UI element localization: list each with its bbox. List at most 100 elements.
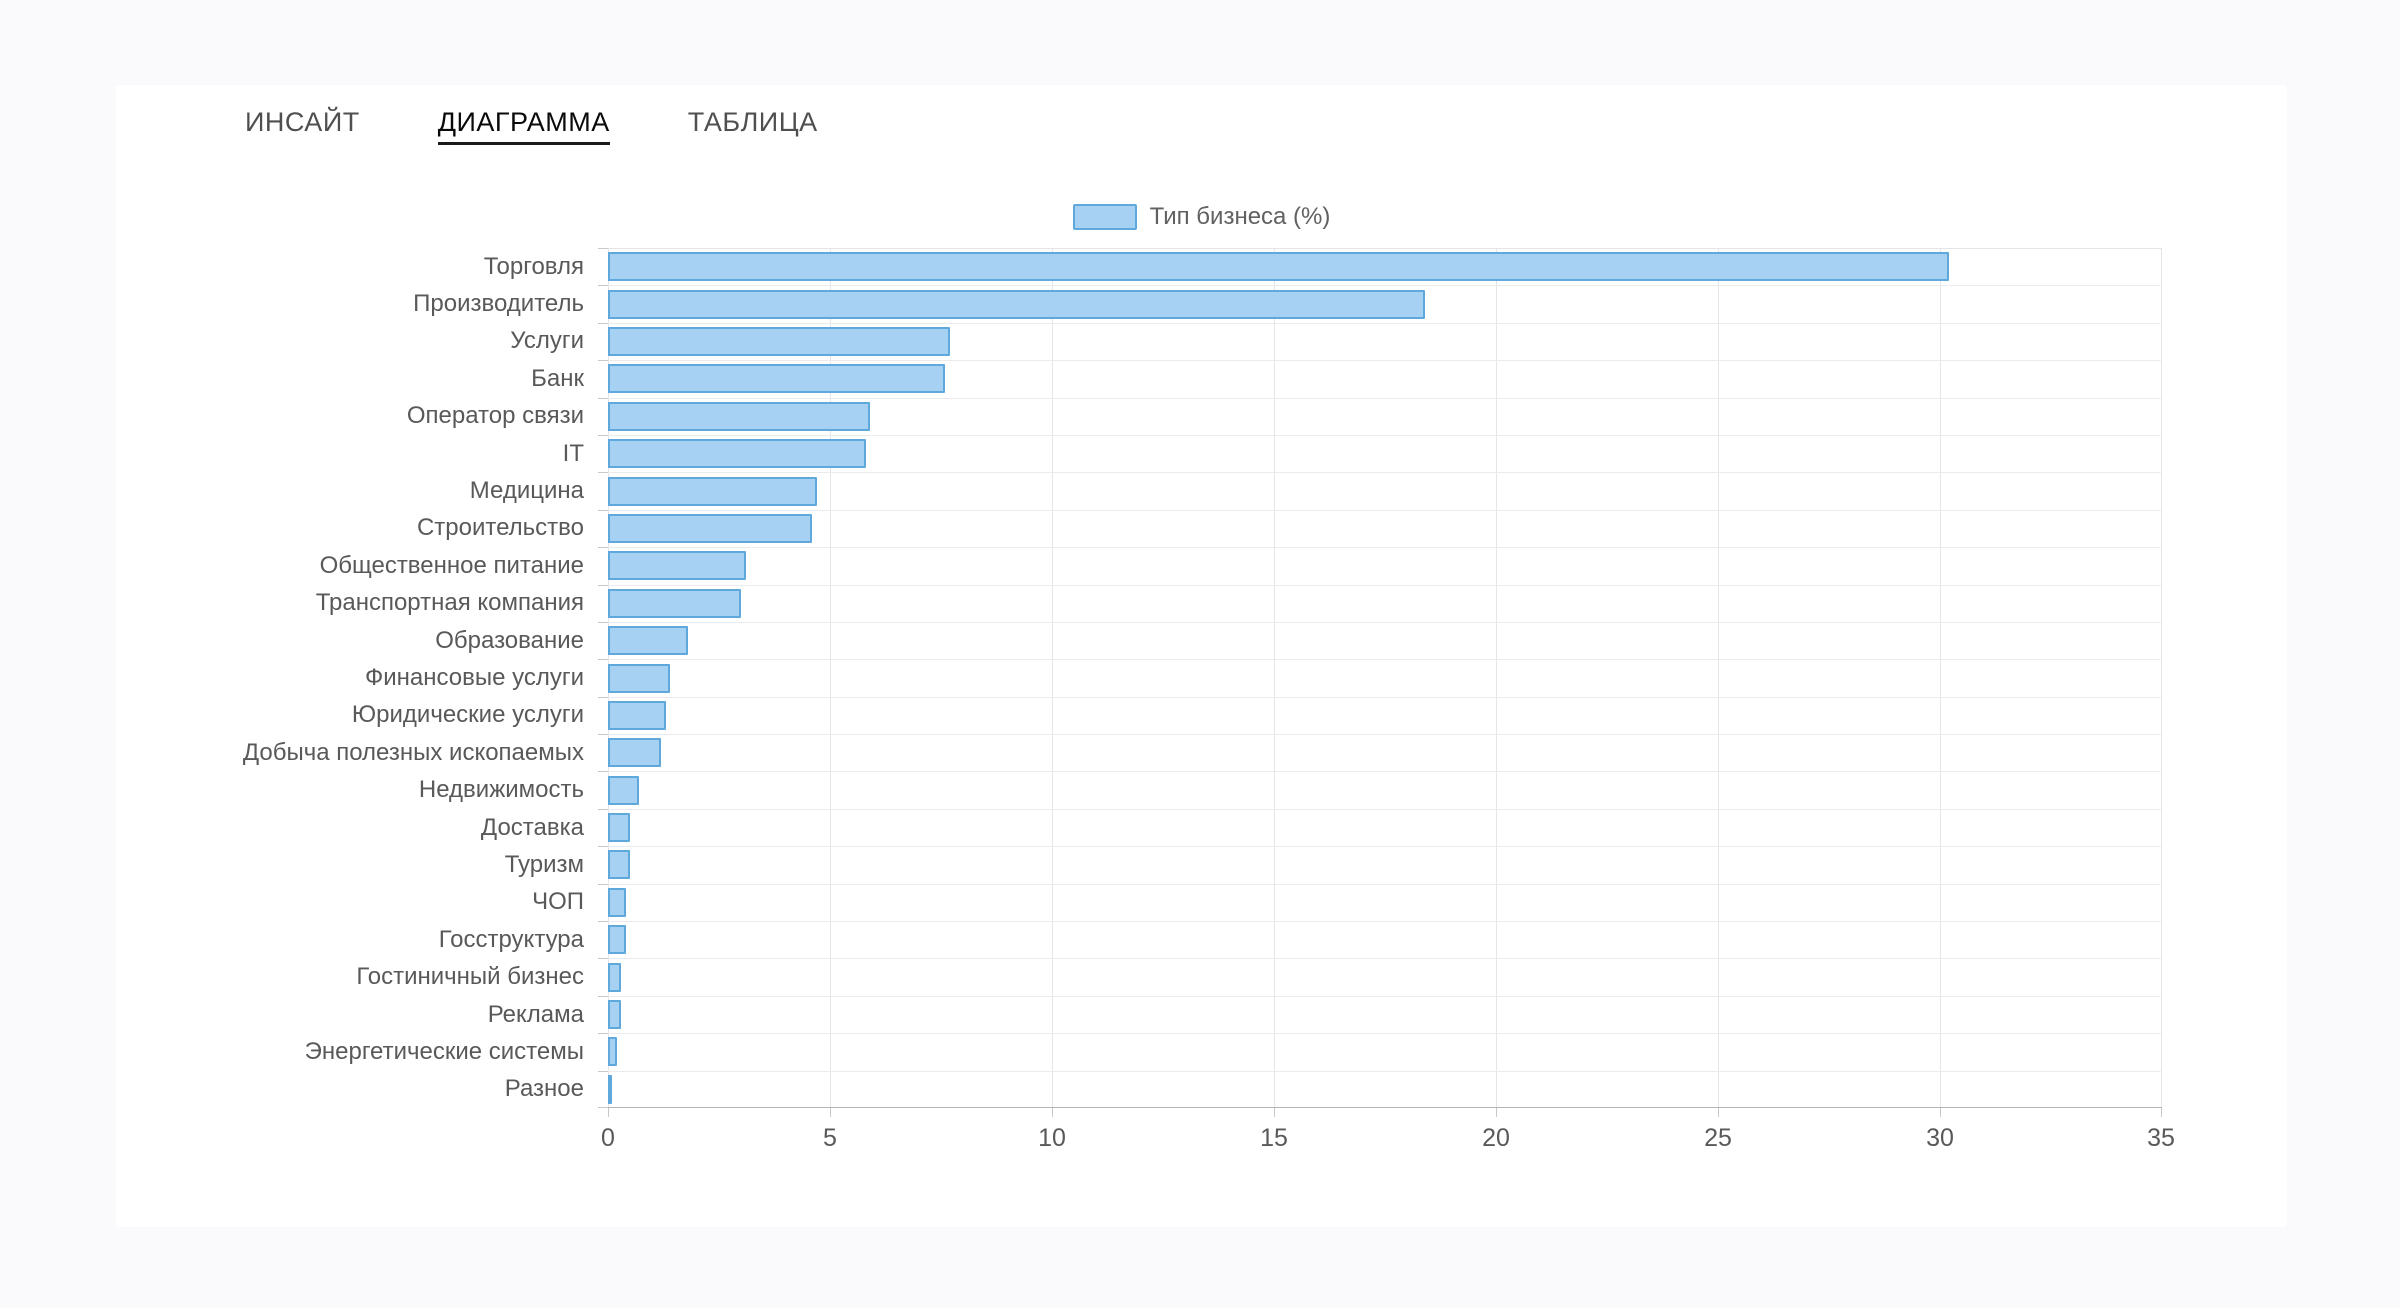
bar-20[interactable] xyxy=(608,1000,621,1029)
axis-tick xyxy=(598,398,608,399)
bar-19[interactable] xyxy=(608,963,621,992)
x-tick-label: 0 xyxy=(601,1124,615,1153)
row-gridline xyxy=(608,547,2162,548)
category-label: Медицина xyxy=(470,476,584,506)
row-gridline xyxy=(608,622,2162,623)
x-tick-label: 25 xyxy=(1704,1124,1732,1153)
tab-bar: ИНСАЙТ ДИАГРАММА ТАБЛИЦА xyxy=(245,107,818,145)
axis-tick xyxy=(598,360,608,361)
bar-13[interactable] xyxy=(608,738,661,767)
row-gridline xyxy=(608,285,2162,286)
gridline xyxy=(1940,248,1941,1108)
bar-4[interactable] xyxy=(608,402,870,431)
row-gridline xyxy=(608,510,2162,511)
tab-diagram[interactable]: ДИАГРАММА xyxy=(438,107,610,145)
row-gridline xyxy=(608,809,2162,810)
row-gridline xyxy=(608,734,2162,735)
row-gridline xyxy=(608,585,2162,586)
bar-8[interactable] xyxy=(608,551,746,580)
bar-9[interactable] xyxy=(608,589,741,618)
category-label: Строительство xyxy=(417,513,584,543)
category-label: Энергетические системы xyxy=(305,1037,584,1067)
row-gridline xyxy=(608,996,2162,997)
row-gridline xyxy=(608,248,2162,249)
gridline xyxy=(1274,248,1275,1108)
x-tick-label: 30 xyxy=(1926,1124,1954,1153)
x-tick-label: 35 xyxy=(2147,1124,2175,1153)
row-gridline xyxy=(608,958,2162,959)
row-gridline xyxy=(608,771,2162,772)
x-tick-label: 15 xyxy=(1260,1124,1288,1153)
category-label: Доставка xyxy=(481,813,584,843)
row-gridline xyxy=(608,1033,2162,1034)
bar-6[interactable] xyxy=(608,477,817,506)
bar-12[interactable] xyxy=(608,701,666,730)
bar-0[interactable] xyxy=(608,252,1949,281)
axis-tick xyxy=(598,734,608,735)
category-label: Юридические услуги xyxy=(352,700,584,730)
row-gridline xyxy=(608,323,2162,324)
tab-table[interactable]: ТАБЛИЦА xyxy=(688,107,818,142)
value-axis-labels: 05101520253035 xyxy=(608,1108,2162,1168)
bar-2[interactable] xyxy=(608,327,950,356)
row-gridline xyxy=(608,697,2162,698)
category-label: Торговля xyxy=(484,252,584,282)
bar-21[interactable] xyxy=(608,1037,617,1066)
bar-11[interactable] xyxy=(608,664,670,693)
bar-7[interactable] xyxy=(608,514,812,543)
x-tick-label: 5 xyxy=(823,1124,837,1153)
chart-legend[interactable]: Тип бизнеса (%) xyxy=(116,203,2287,231)
bar-14[interactable] xyxy=(608,776,639,805)
row-gridline xyxy=(608,659,2162,660)
category-label: Реклама xyxy=(488,1000,584,1030)
row-gridline xyxy=(608,884,2162,885)
row-gridline xyxy=(608,846,2162,847)
axis-tick xyxy=(598,547,608,548)
category-label: Банк xyxy=(531,364,584,394)
category-label: Общественное питание xyxy=(320,551,584,581)
axis-tick xyxy=(598,510,608,511)
legend-label: Тип бизнеса (%) xyxy=(1150,203,1331,231)
x-tick-label: 10 xyxy=(1038,1124,1066,1153)
axis-tick xyxy=(598,435,608,436)
category-label: Оператор связи xyxy=(407,401,584,431)
category-axis-labels: Торговля Производитель Услуги Банк Оператор … xyxy=(116,248,596,1108)
page-background: ИНСАЙТ ДИАГРАММА ТАБЛИЦА Тип бизнеса (%)… xyxy=(0,0,2400,1308)
tab-insight[interactable]: ИНСАЙТ xyxy=(245,107,360,142)
gridline xyxy=(1052,248,1053,1108)
category-label: Гостиничный бизнес xyxy=(356,962,584,992)
axis-tick xyxy=(598,1033,608,1034)
category-label: Недвижимость xyxy=(419,775,584,805)
axis-tick xyxy=(598,248,608,249)
category-label: Госструктура xyxy=(439,925,584,955)
bar-18[interactable] xyxy=(608,925,626,954)
bar-3[interactable] xyxy=(608,364,945,393)
row-gridline xyxy=(608,1071,2162,1072)
axis-tick xyxy=(598,323,608,324)
category-label: ЧОП xyxy=(532,887,584,917)
category-label: Услуги xyxy=(510,326,584,356)
axis-tick xyxy=(598,1107,608,1108)
axis-tick xyxy=(598,472,608,473)
gridline xyxy=(1496,248,1497,1108)
axis-tick xyxy=(598,846,608,847)
axis-tick xyxy=(598,921,608,922)
category-label: Транспортная компания xyxy=(316,588,584,618)
bar-17[interactable] xyxy=(608,888,626,917)
bar-10[interactable] xyxy=(608,626,688,655)
bar-15[interactable] xyxy=(608,813,630,842)
axis-tick xyxy=(598,958,608,959)
axis-tick xyxy=(598,884,608,885)
axis-tick xyxy=(598,1071,608,1072)
category-label: Добыча полезных ископаемых xyxy=(243,738,584,768)
bar-1[interactable] xyxy=(608,290,1425,319)
axis-tick xyxy=(598,659,608,660)
bar-22[interactable] xyxy=(608,1075,612,1104)
category-label: Производитель xyxy=(413,289,584,319)
axis-tick xyxy=(598,771,608,772)
bar-5[interactable] xyxy=(608,439,866,468)
chart-card: ИНСАЙТ ДИАГРАММА ТАБЛИЦА Тип бизнеса (%)… xyxy=(116,85,2287,1227)
row-gridline xyxy=(608,435,2162,436)
bar-16[interactable] xyxy=(608,850,630,879)
row-gridline xyxy=(608,398,2162,399)
